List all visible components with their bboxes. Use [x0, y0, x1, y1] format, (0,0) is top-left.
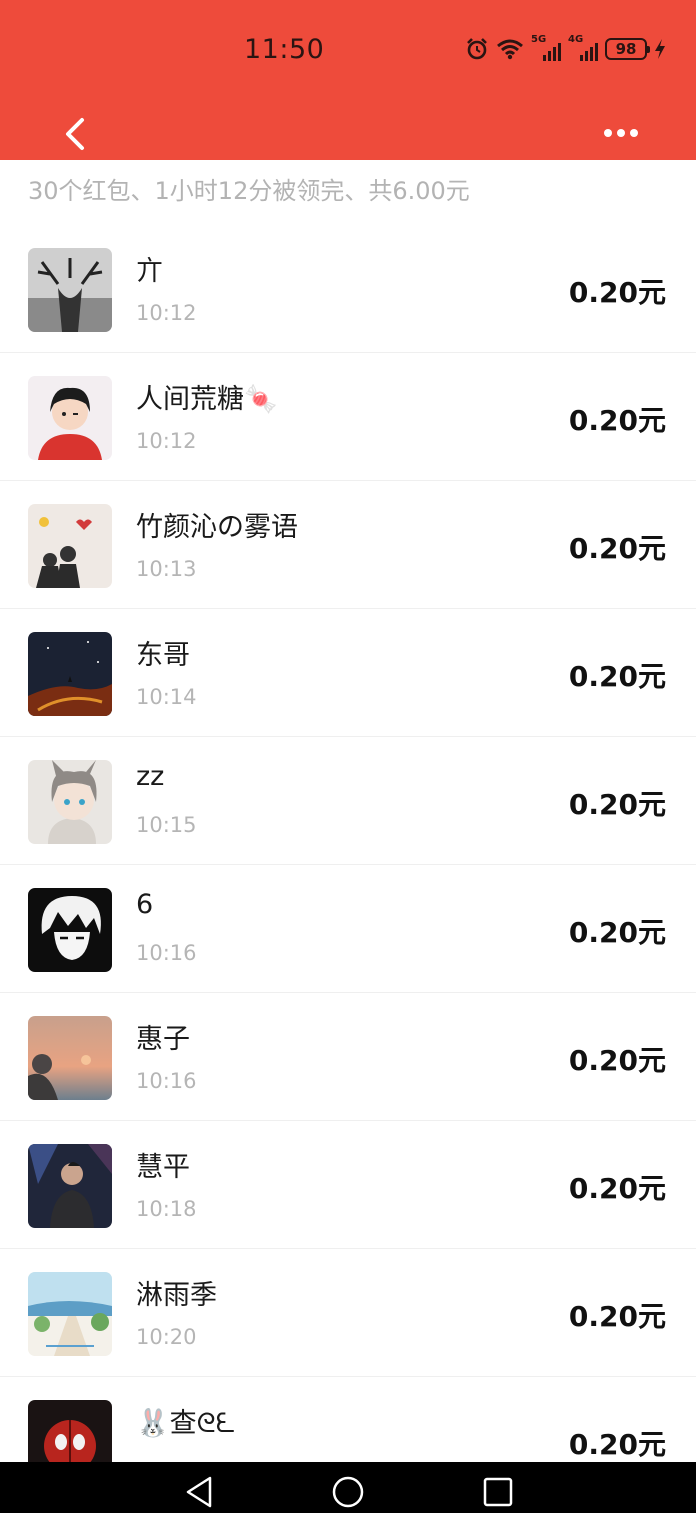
list-item[interactable]: 淋雨季 10:20 0.20元: [0, 1249, 696, 1377]
record-name: zz: [136, 761, 165, 792]
record-time: 10:18: [136, 1197, 197, 1221]
record-name: 亣: [136, 256, 163, 287]
avatar[interactable]: [28, 1144, 112, 1228]
list-item[interactable]: 人间荒糖🍬 10:12 0.20元: [0, 353, 696, 481]
more-icon[interactable]: [600, 120, 642, 146]
record-name: 6: [136, 889, 154, 920]
record-time: 10:15: [136, 813, 197, 837]
signal-5g-icon: 5G: [531, 34, 561, 61]
header-bar: 11:50 5G 4G 98: [0, 0, 696, 160]
avatar[interactable]: [28, 888, 112, 972]
charging-icon: [655, 39, 665, 59]
avatar[interactable]: [28, 376, 112, 460]
record-time: 10:16: [136, 941, 197, 965]
summary-text: 30个红包、1小时12分被领完、共6.00元: [28, 177, 470, 205]
record-time: 10:12: [136, 429, 197, 453]
record-time: 10:12: [136, 301, 197, 325]
record-name: 人间荒糖🍬: [136, 384, 278, 415]
record-name: 🐰查ᘓᘍ: [136, 1408, 236, 1439]
record-time: 10:14: [136, 685, 197, 709]
record-amount: 0.20元: [568, 660, 666, 693]
alarm-icon: [467, 38, 487, 60]
list-item[interactable]: 竹颜沁の雾语 10:13 0.20元: [0, 481, 696, 609]
nav-home-icon[interactable]: [328, 1474, 368, 1510]
record-time: 10:16: [136, 1069, 197, 1093]
system-nav-bar: [0, 1462, 696, 1513]
record-amount: 0.20元: [568, 1172, 666, 1205]
status-icons: 5G 4G 98: [465, 34, 666, 64]
avatar[interactable]: [28, 632, 112, 716]
record-name: 惠子: [136, 1024, 190, 1055]
list-item[interactable]: 6 10:16 0.20元: [0, 865, 696, 993]
list-item[interactable]: 亣 10:12 0.20元: [0, 225, 696, 353]
record-amount: 0.20元: [568, 276, 666, 309]
claim-list: 亣 10:12 0.20元 人间荒糖🍬 10:12 0.20元 竹颜沁の雾语 1…: [0, 225, 696, 1505]
signal-4g-icon: 4G: [568, 34, 598, 61]
list-item[interactable]: 东哥 10:14 0.20元: [0, 609, 696, 737]
battery-icon: 98: [605, 38, 650, 60]
avatar[interactable]: [28, 760, 112, 844]
record-amount: 0.20元: [568, 1428, 666, 1461]
list-item[interactable]: 惠子 10:16 0.20元: [0, 993, 696, 1121]
record-amount: 0.20元: [568, 916, 666, 949]
nav-recents-icon[interactable]: [478, 1474, 518, 1510]
record-amount: 0.20元: [568, 404, 666, 437]
record-name: 慧平: [136, 1152, 190, 1183]
avatar[interactable]: [28, 504, 112, 588]
wifi-icon: [497, 39, 523, 60]
list-item[interactable]: zz 10:15 0.20元: [0, 737, 696, 865]
nav-back-icon[interactable]: [180, 1474, 220, 1510]
record-name: 东哥: [136, 640, 190, 671]
avatar[interactable]: [28, 1272, 112, 1356]
record-name: 竹颜沁の雾语: [136, 512, 298, 543]
record-amount: 0.20元: [568, 1044, 666, 1077]
record-name: 淋雨季: [136, 1280, 217, 1311]
record-time: 10:20: [136, 1325, 197, 1349]
record-time: 10:13: [136, 557, 197, 581]
status-time: 11:50: [244, 34, 325, 65]
avatar[interactable]: [28, 1016, 112, 1100]
list-item[interactable]: 慧平 10:18 0.20元: [0, 1121, 696, 1249]
record-amount: 0.20元: [568, 788, 666, 821]
record-amount: 0.20元: [568, 532, 666, 565]
back-icon[interactable]: [58, 114, 92, 154]
avatar[interactable]: [28, 248, 112, 332]
record-amount: 0.20元: [568, 1300, 666, 1333]
